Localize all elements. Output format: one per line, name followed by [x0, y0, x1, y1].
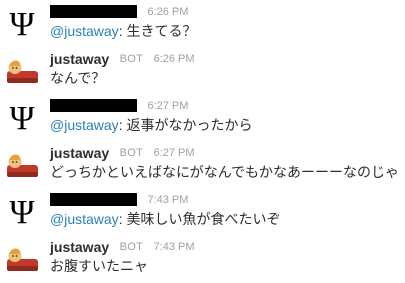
psi-icon: Ψ [9, 6, 34, 41]
message-item: justaway BOT 7:43 PM お腹すいたニャ [0, 235, 405, 281]
message-timestamp[interactable]: 7:43 PM [154, 241, 195, 253]
message-item: Ψ 6:27 PM @justaway: 返事がなかったから [0, 94, 405, 140]
user-mention[interactable]: @justaway [50, 211, 119, 227]
message-timestamp[interactable]: 6:27 PM [147, 100, 188, 112]
message-text: @justaway: 生きてる？ [50, 22, 196, 40]
message-item: justaway BOT 6:27 PM どっちかといえばなにがなんでもかなあー… [0, 141, 405, 187]
redacted-username [50, 98, 137, 112]
message-header: justaway BOT 6:26 PM [50, 50, 195, 68]
user-avatar[interactable]: Ψ [4, 99, 40, 135]
bot-avatar[interactable] [4, 52, 40, 88]
svg-text:Ψ: Ψ [9, 100, 34, 135]
sleeping-figure-icon [7, 248, 38, 271]
user-avatar[interactable]: Ψ [4, 193, 40, 229]
psi-icon: Ψ [9, 194, 34, 229]
bot-avatar[interactable] [4, 146, 40, 182]
message-content: 生きてる？ [126, 23, 197, 39]
message-timestamp[interactable]: 7:43 PM [147, 194, 188, 206]
message-header: 6:26 PM [50, 3, 188, 21]
bot-badge: BOT [119, 53, 144, 65]
message-timestamp[interactable]: 6:27 PM [154, 147, 195, 159]
message-text: なんで？ [50, 69, 105, 87]
bot-avatar[interactable] [4, 240, 40, 276]
message-content: お腹すいたニャ [50, 258, 148, 274]
author-name[interactable]: justaway [50, 145, 109, 161]
redacted-username [50, 4, 137, 18]
user-avatar[interactable]: Ψ [4, 5, 40, 41]
message-timestamp[interactable]: 6:26 PM [154, 53, 195, 65]
message-content: 美味しい魚が食べたいぞ [126, 211, 281, 227]
message-item: Ψ 7:43 PM @justaway: 美味しい魚が食べたいぞ [0, 188, 405, 234]
message-content: どっちかといえばなにがなんでもかなあーーーなのじゃ [50, 164, 400, 180]
message-text: @justaway: 返事がなかったから [50, 116, 252, 134]
author-name[interactable]: justaway [50, 239, 109, 255]
message-text: @justaway: 美味しい魚が食べたいぞ [50, 210, 280, 228]
user-mention[interactable]: @justaway [50, 23, 119, 39]
message-header: justaway BOT 7:43 PM [50, 238, 195, 256]
bot-badge: BOT [119, 241, 144, 253]
psi-icon: Ψ [9, 100, 34, 135]
message-item: justaway BOT 6:26 PM なんで？ [0, 47, 405, 93]
message-content: 返事がなかったから [126, 117, 253, 133]
message-timestamp[interactable]: 6:26 PM [147, 6, 188, 18]
author-name[interactable]: justaway [50, 51, 109, 67]
message-text: お腹すいたニャ [50, 257, 148, 275]
message-header: 6:27 PM [50, 97, 188, 115]
svg-text:Ψ: Ψ [9, 194, 34, 229]
svg-text:Ψ: Ψ [9, 6, 34, 41]
sleeping-figure-icon [7, 154, 38, 177]
message-text: どっちかといえばなにがなんでもかなあーーーなのじゃ [50, 163, 399, 181]
message-content: なんで？ [50, 70, 106, 86]
sleeping-figure-icon [7, 60, 38, 83]
message-header: 7:43 PM [50, 191, 188, 209]
redacted-username [50, 192, 137, 206]
chat-message-list: Ψ 6:26 PM @justaway: 生きてる？ justaway BOT [0, 0, 405, 283]
bot-badge: BOT [119, 147, 144, 159]
message-header: justaway BOT 6:27 PM [50, 144, 195, 162]
user-mention[interactable]: @justaway [50, 117, 119, 133]
message-item: Ψ 6:26 PM @justaway: 生きてる？ [0, 0, 405, 46]
